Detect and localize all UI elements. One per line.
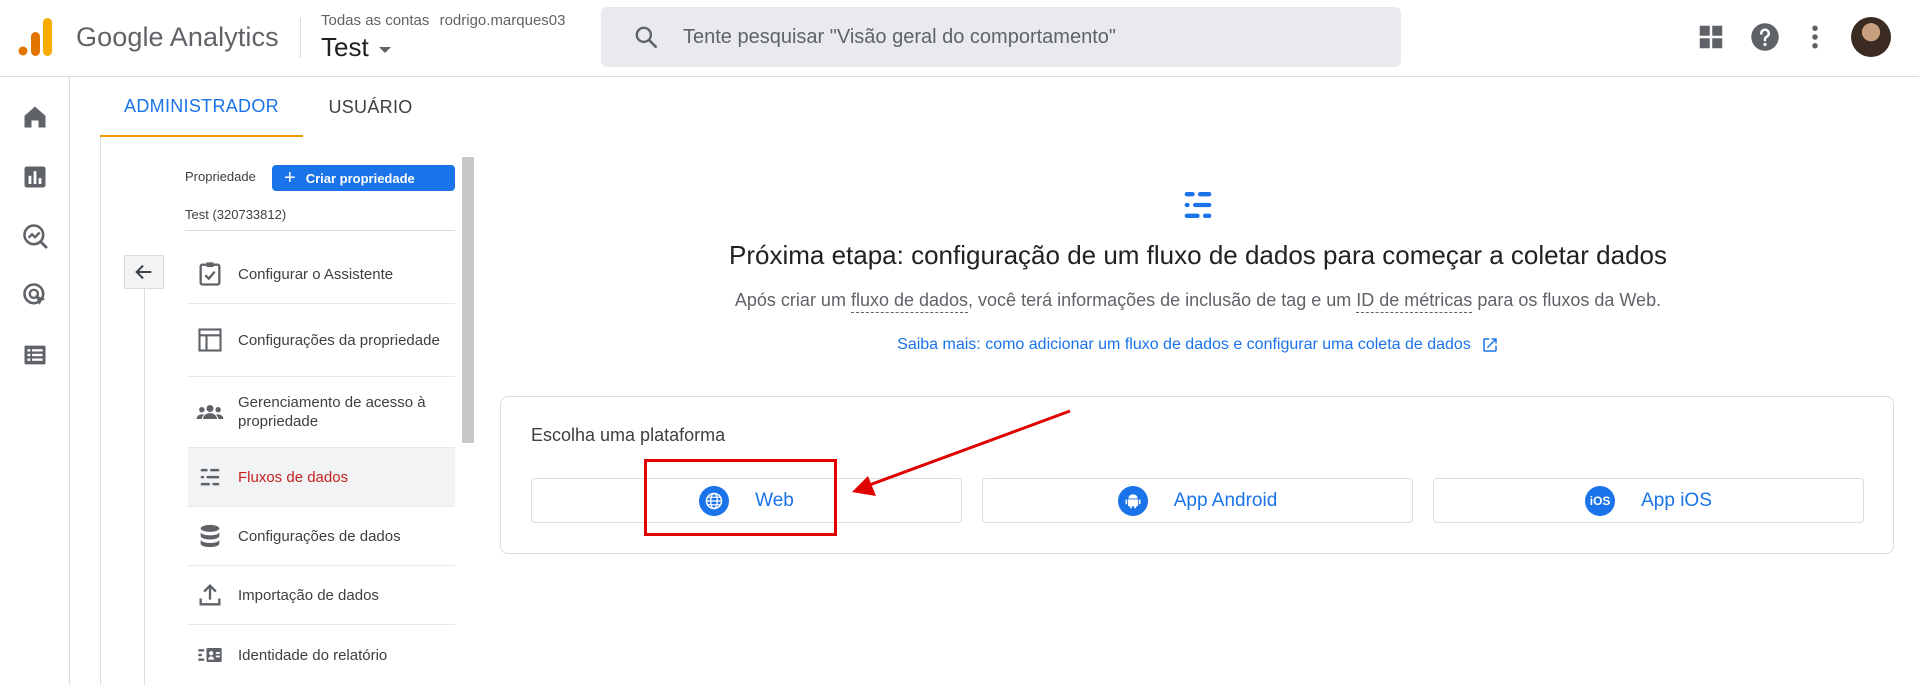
page-description: Após criar um fluxo de dados, você terá …	[500, 290, 1896, 313]
platform-android-label: App Android	[1173, 489, 1278, 511]
open-in-new-icon	[1483, 338, 1497, 352]
left-nav-rail	[0, 77, 70, 685]
more-vert-icon[interactable]	[1800, 22, 1830, 52]
nav-item-setup-assistant[interactable]: Configurar o Assistente	[188, 245, 455, 304]
panel-divider	[100, 137, 101, 685]
create-property-label: Criar propriedade	[305, 170, 415, 186]
property-label: Propriedade	[185, 169, 256, 184]
platform-web-label: Web	[755, 489, 794, 511]
property-name: Test	[321, 32, 369, 62]
data-streams-icon	[200, 468, 220, 486]
apps-grid-icon[interactable]	[1696, 22, 1726, 52]
database-icon	[200, 524, 220, 548]
admin-tabs: ADMINISTRADOR USUÁRIO	[100, 77, 1919, 137]
tab-administrador[interactable]: ADMINISTRADOR	[100, 77, 303, 137]
desc-text: para os fluxos da Web.	[1472, 290, 1662, 310]
platform-label: Escolha uma plataforma	[531, 425, 726, 445]
platform-web-button[interactable]: Web	[531, 478, 962, 523]
header-divider	[300, 18, 301, 58]
nav-item-report-identity[interactable]: Identidade do relatório	[188, 625, 455, 685]
glossary-term-data-stream[interactable]: fluxo de dados	[850, 290, 969, 313]
plus-icon: +	[284, 167, 296, 189]
android-icon	[1117, 485, 1148, 516]
panel-scrollbar[interactable]	[462, 157, 474, 443]
glossary-term-measurement-id[interactable]: ID de métricas	[1356, 290, 1473, 313]
create-property-button[interactable]: + Criar propriedade	[272, 165, 455, 191]
breadcrumb-account-user[interactable]: rodrigo.marques03	[440, 12, 566, 29]
nav-item-label: Importação de dados	[238, 586, 379, 604]
nav-item-access-management[interactable]: Gerenciamento de acesso à propriedade	[188, 377, 455, 448]
search-placeholder: Tente pesquisar "Visão geral do comporta…	[683, 25, 1116, 48]
people-icon	[196, 405, 224, 419]
home-icon[interactable]	[21, 103, 49, 131]
nav-item-label: Gerenciamento de acesso à propriedade	[238, 394, 426, 430]
upload-icon	[199, 584, 221, 606]
desc-text: Após criar um	[734, 290, 851, 310]
learn-more-label[interactable]: Saiba mais: como adicionar um fluxo de d…	[897, 336, 1471, 354]
page-title: Próxima etapa: configuração de um fluxo …	[729, 240, 1667, 270]
nav-item-data-settings[interactable]: Configurações de dados	[188, 507, 455, 566]
back-button[interactable]	[124, 255, 164, 289]
search-icon	[635, 26, 658, 49]
checklist-icon	[199, 262, 221, 286]
nav-item-label: Fluxos de dados	[238, 468, 349, 486]
top-header: Google Analytics Todas as contas rodrigo…	[0, 0, 1919, 77]
property-selector[interactable]: Test	[321, 32, 391, 63]
nav-item-property-settings[interactable]: Configurações da propriedade	[188, 304, 455, 377]
search-bar[interactable]: Tente pesquisar "Visão geral do comporta…	[601, 7, 1401, 67]
help-icon[interactable]	[1750, 22, 1780, 52]
learn-more-link[interactable]: Saiba mais: como adicionar um fluxo de d…	[500, 336, 1896, 354]
account-breadcrumb[interactable]: Todas as contas rodrigo.marques03	[321, 12, 571, 29]
explore-icon[interactable]	[21, 222, 49, 250]
platform-ios-button[interactable]: iOS App iOS	[1433, 478, 1864, 523]
nav-item-data-import[interactable]: Importação de dados	[188, 566, 455, 625]
ios-icon: iOS	[1585, 485, 1616, 516]
nav-item-label: Identidade do relatório	[238, 646, 388, 664]
tab-usuario[interactable]: USUÁRIO	[303, 77, 438, 137]
user-avatar[interactable]	[1851, 17, 1891, 57]
property-separator	[185, 230, 455, 231]
property-settings-icon	[198, 328, 222, 352]
nav-item-label: Configurações de dados	[238, 527, 401, 545]
configure-icon[interactable]	[21, 341, 49, 369]
breadcrumb-all-accounts[interactable]: Todas as contas	[321, 12, 429, 29]
desc-text: , você terá informações de inclusão de t…	[968, 290, 1357, 310]
nav-item-data-streams[interactable]: Fluxos de dados	[188, 448, 455, 507]
reports-icon[interactable]	[21, 163, 49, 191]
arrow-back-icon	[135, 264, 152, 280]
advertising-icon[interactable]	[21, 281, 49, 309]
platform-card	[500, 396, 1894, 554]
platform-android-button[interactable]: App Android	[982, 478, 1413, 523]
property-id: Test (320733812)	[185, 207, 287, 222]
nav-item-label: Configurar o Assistente	[238, 265, 394, 283]
google-analytics-logo-icon[interactable]	[18, 18, 52, 56]
dropdown-caret-icon	[378, 46, 391, 53]
platform-ios-label: App iOS	[1641, 489, 1712, 511]
product-name: Google Analytics	[76, 22, 279, 52]
data-streams-icon	[1184, 192, 1212, 218]
globe-icon	[699, 485, 730, 516]
report-identity-icon	[198, 648, 222, 662]
nav-item-label: Configurações da propriedade	[238, 331, 440, 349]
nav-tree-line	[144, 289, 145, 685]
